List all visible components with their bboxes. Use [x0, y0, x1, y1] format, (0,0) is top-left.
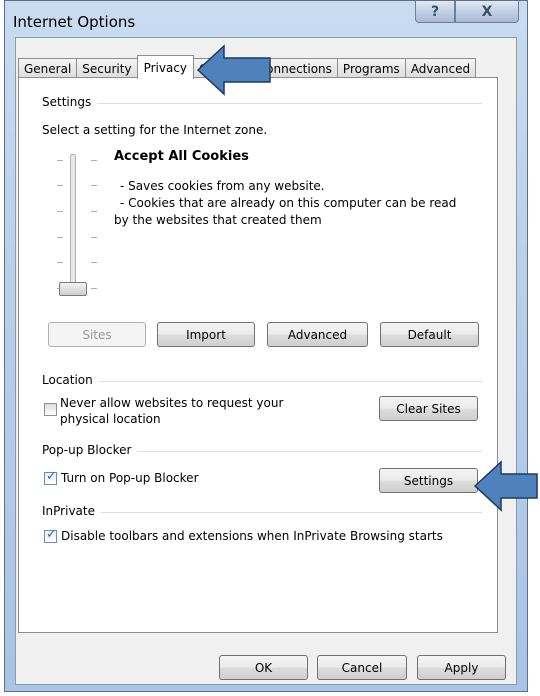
slider-tick	[91, 288, 97, 289]
popup-settings-button[interactable]: Settings	[379, 468, 478, 493]
never-allow-location-label-2: physical location	[60, 412, 161, 426]
privacy-level-desc-2: - Cookies that are already on this compu…	[120, 196, 457, 210]
slider-tick	[57, 211, 63, 212]
slider-tick	[91, 237, 97, 238]
popup-blocker-label: Turn on Pop-up Blocker	[61, 471, 199, 485]
help-button[interactable]: ?	[415, 1, 455, 23]
checkmark-icon: ✓	[46, 469, 57, 484]
checkmark-icon: ✓	[46, 527, 57, 542]
ok-button[interactable]: OK	[219, 655, 308, 680]
slider-tick	[57, 160, 63, 161]
close-button[interactable]: X	[455, 1, 519, 23]
settings-group-divider	[96, 103, 482, 104]
slider-tick	[91, 185, 97, 186]
inprivate-group-label: InPrivate	[42, 504, 101, 518]
tab-privacy[interactable]: Privacy	[136, 55, 195, 79]
cancel-button[interactable]: Cancel	[317, 655, 407, 680]
apply-button[interactable]: Apply	[417, 655, 506, 680]
slider-tick	[91, 160, 97, 161]
tab-general[interactable]: General	[18, 58, 78, 78]
sites-button[interactable]: Sites	[48, 322, 146, 347]
slider-tick	[57, 262, 63, 263]
settings-group-label: Settings	[42, 95, 98, 109]
slider-tick	[57, 185, 63, 186]
annotation-arrow-settings-icon	[473, 460, 538, 512]
popup-group-divider	[128, 451, 482, 452]
privacy-level-desc-1: - Saves cookies from any website.	[120, 179, 325, 193]
close-icon: X	[481, 3, 493, 20]
clear-sites-button[interactable]: Clear Sites	[379, 396, 478, 421]
disable-toolbars-checkbox[interactable]: ✓	[44, 527, 57, 543]
slider-tick	[91, 211, 97, 212]
never-allow-location-label-1: Never allow websites to request your	[60, 396, 284, 410]
popup-group-label: Pop-up Blocker	[42, 443, 138, 457]
advanced-button[interactable]: Advanced	[267, 322, 368, 347]
slider-tick	[91, 262, 97, 263]
location-group-divider	[96, 381, 482, 382]
zone-instruction: Select a setting for the Internet zone.	[42, 123, 268, 137]
tab-advanced[interactable]: Advanced	[404, 58, 477, 78]
help-icon: ?	[430, 3, 440, 20]
disable-toolbars-label: Disable toolbars and extensions when InP…	[61, 529, 443, 543]
slider-tick	[57, 237, 63, 238]
never-allow-location-checkbox[interactable]	[44, 403, 57, 416]
location-group-label: Location	[42, 373, 99, 387]
privacy-level-slider-thumb[interactable]	[59, 282, 87, 296]
tab-programs[interactable]: Programs	[336, 58, 406, 78]
privacy-tab-panel	[18, 77, 498, 633]
default-button[interactable]: Default	[380, 322, 479, 347]
tab-security[interactable]: Security	[76, 58, 138, 78]
inprivate-group-divider	[96, 512, 482, 513]
import-button[interactable]: Import	[157, 322, 255, 347]
privacy-level-slider-track[interactable]	[70, 154, 76, 294]
window-title: Internet Options	[13, 13, 136, 31]
privacy-level-desc-3: by the websites that created them	[114, 213, 322, 227]
annotation-arrow-privacy-icon	[196, 44, 271, 96]
popup-blocker-checkbox[interactable]: ✓	[44, 469, 57, 485]
privacy-level-title: Accept All Cookies	[114, 149, 249, 164]
